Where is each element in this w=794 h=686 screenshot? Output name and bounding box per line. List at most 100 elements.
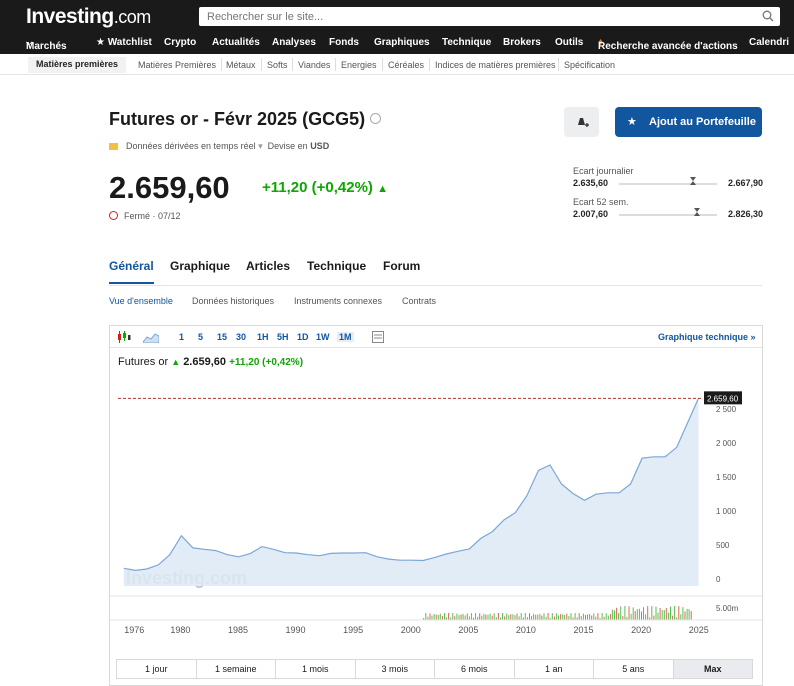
nav-item-graphiques[interactable]: Graphiques: [374, 37, 430, 48]
price-change: +11,20 (+0,42%) ▲: [262, 179, 388, 196]
subtab-instruments-connexes[interactable]: Instruments connexes: [294, 296, 382, 306]
volume-bar: [479, 613, 481, 620]
search-icon[interactable]: [762, 10, 774, 22]
calendar-icon[interactable]: [372, 331, 384, 343]
create-alert-button[interactable]: [564, 107, 599, 137]
volume-bar: [433, 614, 435, 620]
volume-bar: [663, 610, 665, 620]
chevron-down-icon[interactable]: ▾: [258, 141, 265, 151]
interval-1[interactable]: 1: [179, 332, 184, 342]
subnav-item-indices[interactable]: Indices de matières premières: [435, 60, 556, 70]
volume-bar: [541, 615, 543, 620]
volume-bar: [435, 614, 437, 620]
subtab-vue-ensemble[interactable]: Vue d'ensemble: [109, 296, 173, 306]
week52-range-bar: [619, 208, 717, 216]
subnav-item-viandes[interactable]: Viandes: [298, 60, 330, 70]
divider: [382, 58, 383, 71]
daily-range-label: Ecart journalier: [573, 166, 634, 176]
flag-icon: [109, 143, 118, 151]
volume-bar: [444, 613, 445, 620]
nav-item-outils[interactable]: Outils: [555, 37, 583, 48]
period-3-mois[interactable]: 3 mois: [356, 660, 435, 678]
volume-bar: [425, 613, 427, 620]
divider: [558, 58, 559, 71]
interval-15[interactable]: 15: [217, 332, 227, 342]
volume-bar: [516, 613, 518, 620]
instrument-tabs: Général Graphique Articles Technique For…: [109, 259, 762, 286]
volume-bar: [547, 613, 549, 620]
subnav-item-metaux[interactable]: Métaux: [226, 60, 256, 70]
period-1-an[interactable]: 1 an: [515, 660, 594, 678]
volume-bar: [645, 614, 647, 620]
volume-bar: [570, 613, 572, 620]
interval-1h[interactable]: 1H: [257, 332, 269, 342]
x-tick-label: 2000: [401, 625, 421, 635]
nav-item-analyses[interactable]: Analyses: [272, 37, 316, 48]
volume-bar: [574, 613, 576, 620]
tab-articles[interactable]: Articles: [246, 259, 290, 273]
nav-item-recherche-avancee[interactable]: Recherche avancée d'actions ♦: [598, 37, 738, 52]
nav-item-watchlist[interactable]: ★ Watchlist: [96, 37, 152, 48]
volume-bar: [502, 613, 503, 620]
nav-item-brokers[interactable]: Brokers: [503, 37, 541, 48]
week52-range-high: 2.826,30: [727, 209, 763, 219]
add-to-portfolio-button[interactable]: ★ Ajout au Portefeuille: [615, 107, 762, 137]
search-box: [199, 7, 780, 27]
subnav-item-energies[interactable]: Energies: [341, 60, 377, 70]
investing-logo[interactable]: Investing.com: [26, 5, 151, 29]
subnav-item-cereales[interactable]: Céréales: [388, 60, 424, 70]
range-marker-icon: [694, 208, 701, 216]
period-1-jour[interactable]: 1 jour: [117, 660, 197, 678]
candlestick-icon[interactable]: [117, 331, 131, 343]
volume-bar: [630, 613, 632, 620]
x-tick-label: 1980: [170, 625, 190, 635]
interval-1m[interactable]: 1M: [337, 332, 354, 342]
period-1-semaine[interactable]: 1 semaine: [197, 660, 276, 678]
area-chart-icon[interactable]: [143, 331, 159, 343]
market-status: Fermé · 07/12: [109, 211, 181, 221]
price-change-value: +11,20 (+0,42%): [262, 179, 373, 196]
volume-bar: [564, 615, 566, 620]
interval-1w[interactable]: 1W: [316, 332, 330, 342]
search-input[interactable]: [199, 7, 780, 27]
volume-bar: [684, 611, 686, 620]
volume-bar: [614, 610, 615, 620]
volume-bar: [483, 613, 485, 620]
nav-item-actualites[interactable]: Actualités: [212, 37, 260, 48]
subnav-item-softs[interactable]: Softs: [267, 60, 288, 70]
nav-item-crypto[interactable]: Crypto: [164, 37, 196, 48]
subtab-contrats[interactable]: Contrats: [402, 296, 436, 306]
period-max[interactable]: Max: [673, 660, 752, 678]
interval-30[interactable]: 30: [236, 332, 246, 342]
volume-bar: [535, 614, 537, 620]
tab-graphique[interactable]: Graphique: [170, 259, 230, 273]
volume-bar: [489, 613, 491, 620]
period-6-mois[interactable]: 6 mois: [435, 660, 515, 678]
tab-technique[interactable]: Technique: [307, 259, 366, 273]
technical-chart-link[interactable]: Graphique technique »: [658, 332, 756, 342]
subnav-item-matieres-premieres-active[interactable]: Matières premières: [28, 57, 127, 73]
interval-5h[interactable]: 5H: [277, 332, 289, 342]
daily-range-low: 2.635,60: [573, 178, 609, 188]
period-1-mois[interactable]: 1 mois: [276, 660, 356, 678]
subtab-donnees-historiques[interactable]: Données historiques: [192, 296, 274, 306]
currency-value: USD: [310, 141, 330, 151]
volume-bar: [506, 613, 508, 620]
subnav-item-specification[interactable]: Spécification: [564, 60, 615, 70]
nav-item-fonds[interactable]: Fonds: [329, 37, 359, 48]
info-icon[interactable]: [370, 113, 381, 124]
nav-item-marches[interactable]: Marchés ⌵: [26, 37, 67, 52]
arrow-up-icon: ▲: [377, 183, 388, 195]
interval-5[interactable]: 5: [198, 332, 203, 342]
volume-bar: [560, 614, 562, 620]
tab-forum[interactable]: Forum: [383, 259, 420, 273]
nav-item-technique[interactable]: Technique: [442, 37, 491, 48]
interval-1d[interactable]: 1D: [297, 332, 309, 342]
subnav-item-matieres-premieres[interactable]: Matières Premières: [138, 60, 216, 70]
nav-item-calendrier[interactable]: Calendri: [749, 37, 789, 48]
volume-bar: [616, 607, 618, 620]
period-5-ans[interactable]: 5 ans: [594, 660, 674, 678]
price-area-chart[interactable]: Investing.com2.659,602 5002 0001 5001 00…: [110, 374, 762, 674]
tab-general[interactable]: Général: [109, 259, 154, 284]
volume-bar: [429, 613, 431, 620]
